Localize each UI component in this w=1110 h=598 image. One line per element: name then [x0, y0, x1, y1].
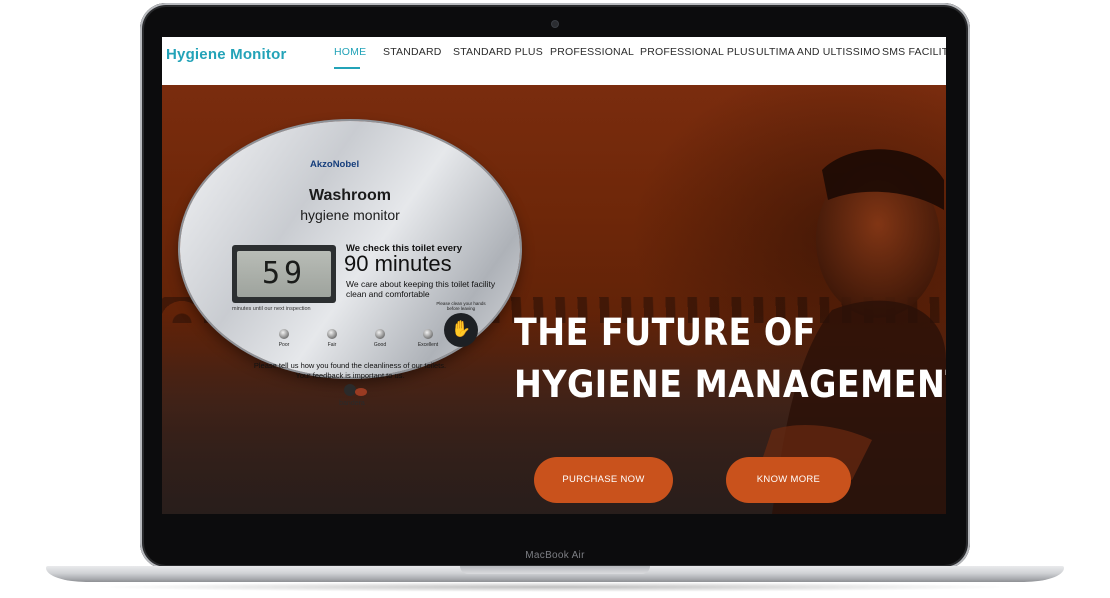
know-more-button[interactable]: KNOW MORE [726, 457, 851, 503]
handwash-icon: ✋ [444, 313, 478, 347]
hero-headline: THE FUTURE OF HYGIENE MANAGEMENT [514, 307, 946, 411]
feedback-line-1: Please tell us how you found the cleanli… [253, 361, 447, 370]
rating-label: Fair [327, 342, 337, 348]
rating-knob-icon [279, 329, 289, 339]
nav-item-sms-facility[interactable]: SMS FACILITY [882, 46, 946, 58]
lcd-value: 59 [237, 251, 331, 297]
website-screen: Hygiene Monitor HOME STANDARD STANDARD P… [162, 37, 946, 514]
rating-label: Excellent [417, 342, 439, 348]
akzonobel-logo: AkzoNobel [310, 159, 360, 170]
bandera-logo: bandera [339, 384, 367, 407]
rating-good: Good [364, 329, 396, 348]
headline-line-2: HYGIENE MANAGEMENT [514, 363, 946, 406]
nav-item-professional-plus[interactable]: PROFESSIONAL PLUS [640, 46, 755, 58]
monitor-care-line: We care about keeping this toilet facili… [346, 279, 496, 299]
rating-knob-icon [327, 329, 337, 339]
site-logo[interactable]: Hygiene Monitor [166, 46, 287, 63]
active-nav-underline [334, 67, 360, 69]
hero-section: AkzoNobel Washroom hygiene monitor 59 mi… [162, 85, 946, 514]
lcd-caption: minutes until our next inspection [232, 306, 311, 312]
rating-excellent: Excellent [412, 329, 444, 348]
monitor-feedback-text: Please tell us how you found the cleanli… [180, 361, 520, 381]
rating-buttons: Poor Fair Good Excellent [268, 329, 448, 355]
laptop-model-label: MacBook Air [525, 550, 585, 561]
purchase-now-button[interactable]: PURCHASE NOW [534, 457, 673, 503]
nav-item-professional[interactable]: PROFESSIONAL [550, 46, 634, 58]
nav-item-standard-plus[interactable]: STANDARD PLUS [453, 46, 543, 58]
laptop-base-notch [460, 566, 650, 574]
headline-line-1: THE FUTURE OF [514, 311, 816, 354]
monitor-subtitle: hygiene monitor [300, 207, 400, 223]
handwash-caption: Please clean your hands before leaving [436, 301, 486, 311]
laptop-shadow [90, 582, 1020, 592]
rating-label: Poor [278, 342, 290, 348]
rating-poor: Poor [268, 329, 300, 348]
monitor-title: Washroom [308, 187, 392, 204]
nav-item-standard[interactable]: STANDARD [383, 46, 442, 58]
rating-knob-icon [375, 329, 385, 339]
top-navbar: Hygiene Monitor HOME STANDARD STANDARD P… [162, 37, 946, 86]
feedback-line-2: Your feedback is important to us. [295, 371, 405, 380]
bandera-wordmark: bandera [339, 400, 365, 407]
camera-icon [552, 21, 558, 27]
nav-item-ultima-and-ultissimo[interactable]: ULTIMA AND ULTISSIMO [756, 46, 880, 58]
lcd-display: 59 [232, 245, 336, 303]
monitor-interval: 90 minutes [344, 251, 452, 276]
rating-label: Good [373, 342, 387, 348]
hygiene-monitor-device-image: AkzoNobel Washroom hygiene monitor 59 mi… [180, 121, 520, 407]
rating-fair: Fair [316, 329, 348, 348]
rating-knob-icon [423, 329, 433, 339]
nav-item-home[interactable]: HOME [334, 46, 366, 58]
